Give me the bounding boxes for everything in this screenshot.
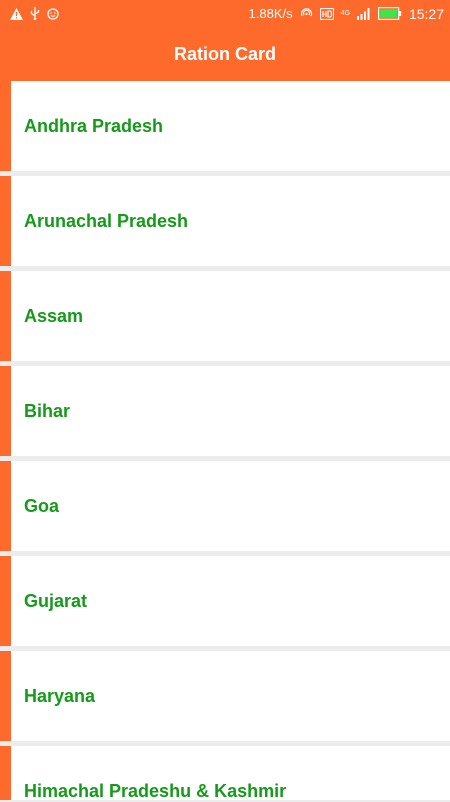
list-item-label: Gujarat — [24, 590, 88, 611]
network-type: 4G — [340, 10, 350, 17]
list-item-label: Andhra Pradesh — [24, 115, 164, 136]
list-item-label: Assam — [24, 305, 84, 326]
list-item-goa[interactable]: Goa — [0, 461, 450, 551]
list-item-bihar[interactable]: Bihar — [0, 366, 450, 456]
hd-icon — [319, 7, 334, 20]
usb-icon — [30, 7, 40, 20]
list-item-andhra-pradesh[interactable]: Andhra Pradesh — [0, 81, 450, 171]
list-item-label: Arunachal Pradesh — [24, 210, 189, 231]
hotspot-icon — [300, 7, 313, 20]
list-item-label: Himachal Pradeshu & Kashmir — [24, 781, 287, 801]
clock: 15:27 — [408, 5, 444, 22]
list-item-gujarat[interactable]: Gujarat — [0, 556, 450, 646]
signal-icon — [356, 7, 371, 20]
emoji-icon — [47, 7, 59, 20]
list-item-label: Bihar — [24, 400, 71, 421]
status-bar: 1.88K/s 4G 15:27 — [0, 0, 450, 27]
network-speed: 1.88K/s — [248, 6, 293, 21]
warning-icon — [10, 7, 23, 20]
list-item-himachal-pradesh[interactable]: Himachal Pradeshu & Kashmir — [0, 746, 450, 801]
page-title: Ration Card — [173, 43, 276, 64]
app-bar: Ration Card — [0, 27, 450, 81]
list-item-assam[interactable]: Assam — [0, 271, 450, 361]
list-item-label: Haryana — [24, 685, 96, 706]
status-bar-left — [10, 7, 59, 20]
list-item-arunachal-pradesh[interactable]: Arunachal Pradesh — [0, 176, 450, 266]
list-item-haryana[interactable]: Haryana — [0, 651, 450, 741]
list-item-label: Goa — [24, 495, 60, 516]
status-bar-right: 1.88K/s 4G 15:27 — [249, 6, 444, 22]
battery-icon — [377, 7, 402, 20]
